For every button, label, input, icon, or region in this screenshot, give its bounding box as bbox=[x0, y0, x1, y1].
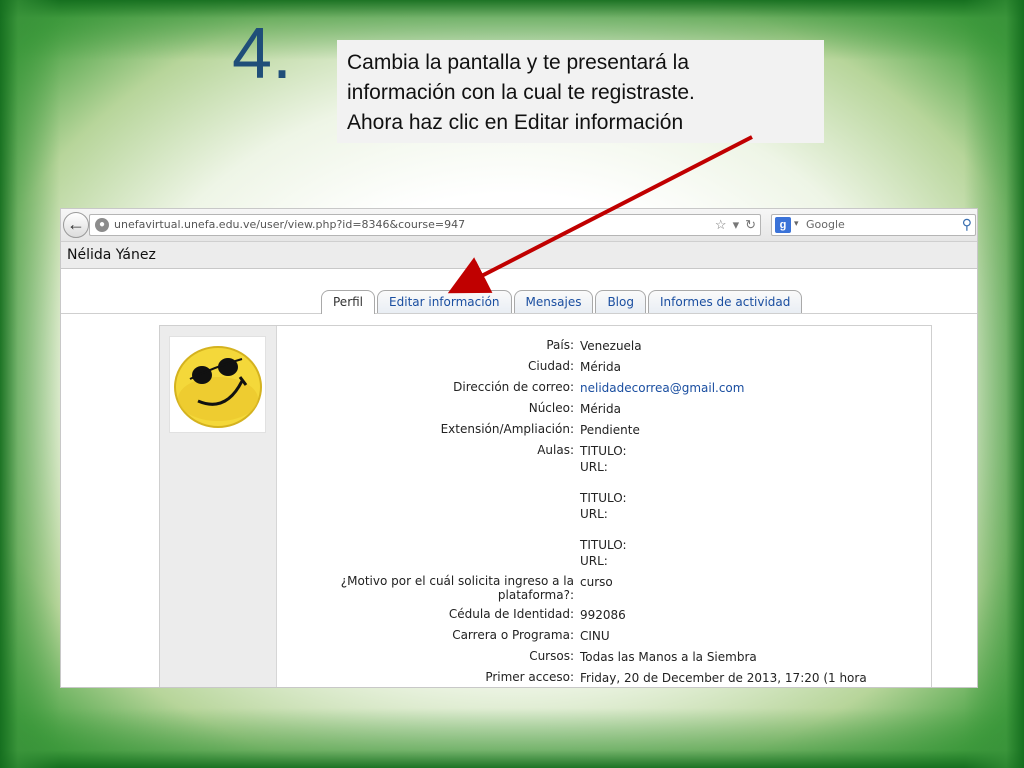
email-link[interactable]: nelidadecorrea@gmail.com bbox=[580, 381, 744, 395]
field-value-line: CINU bbox=[580, 629, 610, 643]
profile-field-row: Núcleo: Mérida bbox=[276, 401, 932, 417]
field-value-line: URL: bbox=[580, 554, 608, 568]
url-actions: ☆ ▾ ↻ bbox=[709, 217, 756, 233]
profile-field-row: País: Venezuela bbox=[276, 338, 932, 354]
profile-field-row: Extensión/Ampliación: Pendiente bbox=[276, 422, 932, 438]
value-spacer bbox=[580, 475, 880, 490]
profile-field-row: Dirección de correo: nelidadecorrea@gmail… bbox=[276, 380, 932, 396]
field-value-line: Mérida bbox=[580, 402, 621, 416]
dropdown-icon[interactable]: ▾ bbox=[733, 217, 740, 232]
profile-field-row: Carrera o Programa: CINU bbox=[276, 628, 932, 644]
field-value-line: Pendiente bbox=[580, 423, 640, 437]
field-label: Primer acceso: bbox=[485, 670, 574, 684]
field-label: Dirección de correo: bbox=[453, 380, 574, 394]
field-value: Pendiente bbox=[580, 422, 880, 438]
instruction-callout: Cambia la pantalla y te presentará la in… bbox=[337, 40, 824, 143]
field-value: Friday, 20 de December de 2013, 17:20 (1… bbox=[580, 670, 880, 687]
field-value: Mérida bbox=[580, 401, 880, 417]
field-value: Todas las Manos a la Siembra bbox=[580, 649, 880, 665]
field-value: Mérida bbox=[580, 359, 880, 375]
url-text[interactable]: unefavirtual.unefa.edu.ve/user/view.php?… bbox=[114, 218, 465, 231]
field-value-line: URL: bbox=[580, 507, 608, 521]
callout-line: Cambia la pantalla y te presentará la bbox=[347, 51, 690, 74]
tab-perfil[interactable]: Perfil bbox=[321, 290, 376, 314]
tab-blog[interactable]: Blog bbox=[595, 290, 646, 313]
field-label: Extensión/Ampliación: bbox=[440, 422, 574, 436]
tab-editar-informacion[interactable]: Editar información bbox=[377, 290, 512, 313]
field-value-line: Mérida bbox=[580, 360, 621, 374]
field-value-line: URL: bbox=[580, 460, 608, 474]
profile-fields: País: Venezuela Ciudad: Mérida Dirección de … bbox=[276, 338, 932, 687]
field-label: País: bbox=[546, 338, 574, 352]
google-icon[interactable]: g bbox=[775, 217, 791, 233]
field-value-line: Friday, 20 de December de 2013, 17:20 (1… bbox=[580, 671, 867, 685]
reload-icon[interactable]: ↻ bbox=[745, 217, 756, 232]
field-value-line: TITULO: bbox=[580, 444, 627, 458]
field-label: ¿Motivo por el cuál solicita ingreso a l… bbox=[340, 574, 574, 602]
tab-informes-de-actividad[interactable]: Informes de actividad bbox=[647, 290, 803, 313]
callout-line: información con la cual te registraste. bbox=[347, 81, 695, 104]
field-value-line: Todas las Manos a la Siembra bbox=[580, 650, 757, 664]
profile-panel: País: Venezuela Ciudad: Mérida Dirección de … bbox=[159, 325, 932, 687]
magnifier-icon[interactable]: ⚲ bbox=[962, 216, 972, 233]
field-value: Venezuela bbox=[580, 338, 880, 354]
profile-field-row: Cédula de Identidad: 992086 bbox=[276, 607, 932, 623]
avatar bbox=[169, 336, 266, 433]
field-value-line: 992086 bbox=[580, 608, 626, 622]
profile-sidebar bbox=[160, 326, 277, 687]
browser-toolbar: ← ● unefavirtual.unefa.edu.ve/user/view.… bbox=[61, 209, 977, 242]
field-value-line: TITULO: bbox=[580, 491, 627, 505]
tab-strip: Perfil Editar información Mensajes Blog … bbox=[61, 277, 977, 314]
value-spacer bbox=[580, 522, 880, 537]
user-name-header: Nélida Yánez bbox=[61, 242, 977, 269]
star-icon[interactable]: ☆ bbox=[715, 217, 727, 232]
browser-screenshot: ← ● unefavirtual.unefa.edu.ve/user/view.… bbox=[60, 208, 978, 688]
field-label: Carrera o Programa: bbox=[452, 628, 574, 642]
field-label: Cursos: bbox=[529, 649, 574, 663]
field-value: nelidadecorrea@gmail.com bbox=[580, 380, 880, 396]
field-value-line: Venezuela bbox=[580, 339, 642, 353]
step-number: 4. bbox=[232, 14, 293, 94]
profile-field-row: Cursos: Todas las Manos a la Siembra bbox=[276, 649, 932, 665]
field-value: curso bbox=[580, 574, 880, 602]
field-value-line: TITULO: bbox=[580, 538, 627, 552]
profile-field-row: Primer acceso: Friday, 20 de December de … bbox=[276, 670, 932, 687]
field-value: 992086 bbox=[580, 607, 880, 623]
field-label: Cédula de Identidad: bbox=[448, 607, 574, 621]
chevron-down-icon[interactable]: ▾ bbox=[794, 218, 799, 229]
field-label: Ciudad: bbox=[528, 359, 574, 373]
search-bar[interactable]: g ▾ Google ⚲ bbox=[771, 214, 976, 236]
callout-line: Ahora haz clic en Editar información bbox=[347, 111, 684, 134]
field-value-line: nelidadecorrea@gmail.com bbox=[580, 380, 880, 396]
field-value: TITULO: URL: TITULO: URL: TITULO: URL: bbox=[580, 443, 880, 569]
field-label: Núcleo: bbox=[528, 401, 574, 415]
profile-field-row: Aulas: TITULO: URL: TITULO: URL: TITULO: URL: bbox=[276, 443, 932, 569]
smiley-sunglasses-icon bbox=[174, 346, 262, 428]
tab-mensajes[interactable]: Mensajes bbox=[513, 290, 594, 313]
back-arrow-icon[interactable]: ← bbox=[63, 212, 89, 238]
address-bar[interactable]: ● unefavirtual.unefa.edu.ve/user/view.ph… bbox=[89, 214, 761, 236]
globe-icon: ● bbox=[95, 218, 109, 232]
profile-field-row: ¿Motivo por el cuál solicita ingreso a l… bbox=[276, 574, 932, 602]
search-placeholder[interactable]: Google bbox=[806, 218, 845, 231]
field-label: Aulas: bbox=[537, 443, 574, 457]
field-value: CINU bbox=[580, 628, 880, 644]
profile-field-row: Ciudad: Mérida bbox=[276, 359, 932, 375]
field-value-line: curso bbox=[580, 575, 613, 589]
